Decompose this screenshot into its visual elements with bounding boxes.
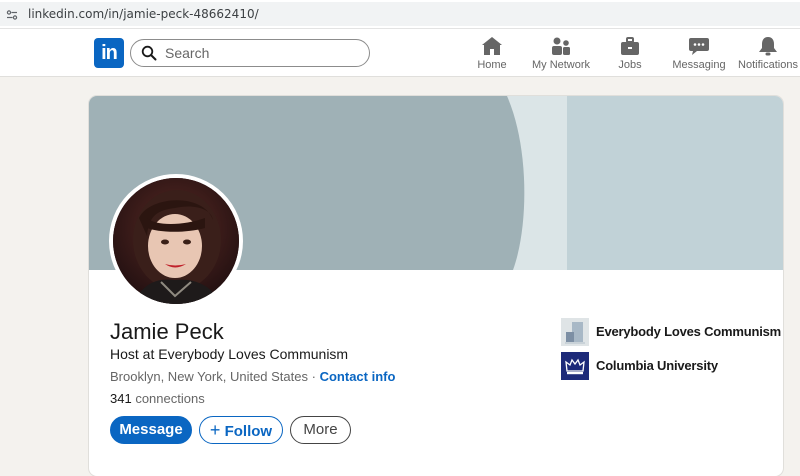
top-navigation: in Home My Network Jobs bbox=[0, 29, 800, 77]
network-icon bbox=[552, 37, 570, 55]
follow-button[interactable]: + Follow bbox=[199, 416, 283, 444]
profile-headline: Host at Everybody Loves Communism bbox=[110, 346, 349, 362]
contact-info-link[interactable]: Contact info bbox=[320, 369, 396, 384]
url-text[interactable]: linkedin.com/in/jamie-peck-48662410/ bbox=[28, 7, 259, 21]
nav-notifications[interactable]: Notifications bbox=[737, 36, 799, 72]
nav-home[interactable]: Home bbox=[476, 36, 508, 72]
profile-photo-image bbox=[113, 178, 239, 304]
nav-home-label: Home bbox=[477, 59, 507, 71]
browser-url-bar: linkedin.com/in/jamie-peck-48662410/ bbox=[0, 0, 800, 29]
org-logo-placeholder bbox=[561, 318, 589, 346]
connections-count-line[interactable]: 341 connections bbox=[110, 391, 205, 406]
briefcase-icon bbox=[621, 37, 639, 55]
nav-messaging[interactable]: Messaging bbox=[672, 36, 726, 72]
profile-name: Jamie Peck bbox=[110, 319, 224, 344]
profile-photo[interactable] bbox=[109, 174, 243, 308]
separator-dot: · bbox=[311, 369, 316, 384]
education-org-name: Columbia University bbox=[596, 358, 718, 373]
connections-label: connections bbox=[135, 391, 205, 406]
search-input[interactable] bbox=[165, 40, 355, 66]
nav-notifications-label: Notifications bbox=[738, 59, 798, 71]
message-button[interactable]: Message bbox=[110, 416, 192, 444]
search-icon bbox=[141, 45, 157, 61]
nav-jobs-label: Jobs bbox=[618, 59, 642, 71]
nav-messaging-label: Messaging bbox=[672, 59, 726, 71]
profile-location-line: Brooklyn, New York, United States · Cont… bbox=[110, 369, 395, 384]
nav-my-network-label: My Network bbox=[531, 59, 591, 71]
linkedin-logo[interactable]: in bbox=[94, 38, 124, 68]
address-bar[interactable]: linkedin.com/in/jamie-peck-48662410/ bbox=[0, 2, 800, 26]
profile-location: Brooklyn, New York, United States bbox=[110, 369, 308, 384]
bell-icon bbox=[759, 37, 777, 56]
site-settings-icon[interactable] bbox=[6, 9, 18, 21]
nav-jobs[interactable]: Jobs bbox=[614, 36, 646, 72]
nav-my-network[interactable]: My Network bbox=[530, 36, 592, 72]
messaging-icon bbox=[689, 38, 709, 55]
follow-label: Follow bbox=[224, 423, 273, 440]
connections-count: 341 bbox=[110, 391, 132, 406]
home-icon bbox=[482, 37, 502, 55]
columbia-crown-logo bbox=[561, 352, 589, 380]
search-box[interactable] bbox=[130, 39, 370, 67]
profile-card: Jamie Peck Host at Everybody Loves Commu… bbox=[89, 96, 783, 476]
experience-org-name: Everybody Loves Communism bbox=[596, 324, 781, 339]
more-button[interactable]: More bbox=[290, 416, 351, 444]
plus-icon: + bbox=[209, 420, 221, 440]
